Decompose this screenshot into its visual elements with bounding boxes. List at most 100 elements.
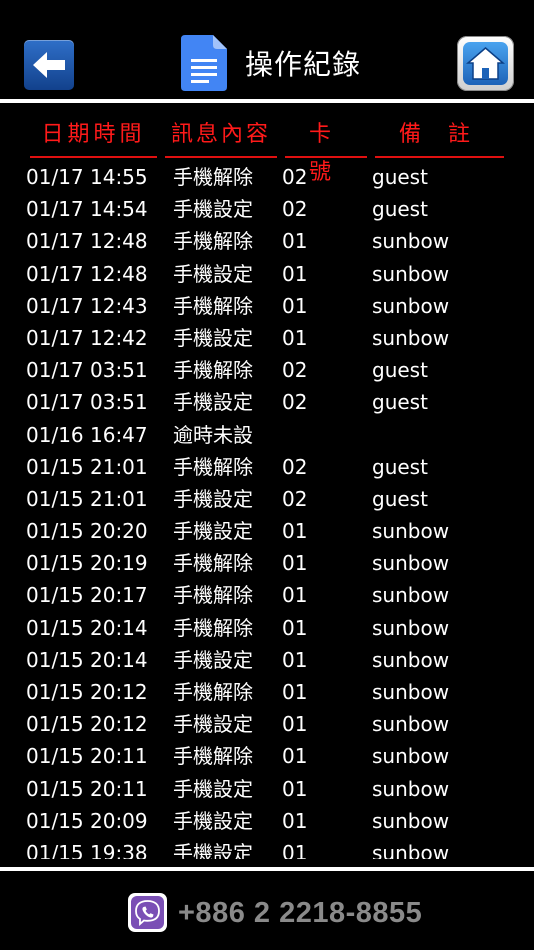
back-arrow-icon xyxy=(33,52,65,78)
log-message: 手機解除 xyxy=(173,229,253,254)
log-message: 手機設定 xyxy=(173,712,253,737)
column-header-date: 日期時間 xyxy=(30,116,157,158)
log-message: 手機解除 xyxy=(173,358,253,383)
log-card: 01 xyxy=(282,776,308,801)
log-card: 01 xyxy=(282,712,308,737)
log-row: 01/17 14:54 手機設定 02 guest xyxy=(0,193,534,225)
log-row: 01/17 12:43 手機解除 01 sunbow xyxy=(0,290,534,322)
viber-button[interactable] xyxy=(128,893,167,932)
log-message: 手機設定 xyxy=(173,519,253,544)
phone-number[interactable]: +886 2 2218-8855 xyxy=(178,893,422,933)
log-note: guest xyxy=(372,486,428,511)
log-time: 01/15 20:12 xyxy=(26,680,148,704)
log-message: 手機設定 xyxy=(173,390,253,415)
log-time: 01/15 21:01 xyxy=(26,486,148,511)
log-message: 手機設定 xyxy=(173,840,253,859)
log-message: 手機設定 xyxy=(173,486,253,511)
log-note: sunbow xyxy=(372,647,450,672)
log-time: 01/15 20:11 xyxy=(26,744,148,769)
column-header-message: 訊息內容 xyxy=(165,116,277,158)
log-row: 01/17 14:55 手機解除 02 guest xyxy=(0,161,534,193)
log-message: 手機解除 xyxy=(173,615,253,640)
log-message: 手機設定 xyxy=(173,197,253,222)
log-row: 01/15 21:01 手機設定 02 guest xyxy=(0,483,534,515)
log-time: 01/15 20:11 xyxy=(26,776,148,801)
log-card: 02 xyxy=(282,358,308,383)
log-row: 01/15 20:11 手機設定 01 sunbow xyxy=(0,773,534,805)
log-time: 01/17 14:54 xyxy=(26,197,148,222)
log-card: 01 xyxy=(282,615,308,640)
log-message: 手機解除 xyxy=(173,744,253,769)
log-message: 手機設定 xyxy=(173,261,253,286)
log-note: guest xyxy=(372,165,428,189)
log-note: sunbow xyxy=(372,808,450,833)
home-icon xyxy=(465,47,506,80)
log-message: 手機解除 xyxy=(173,583,253,608)
log-card: 01 xyxy=(282,325,308,350)
back-button[interactable] xyxy=(24,40,74,90)
log-row: 01/15 20:20 手機設定 01 sunbow xyxy=(0,515,534,547)
log-row: 01/17 03:51 手機解除 02 guest xyxy=(0,354,534,386)
log-row: 01/17 03:51 手機設定 02 guest xyxy=(0,386,534,418)
log-row: 01/17 12:48 手機設定 01 sunbow xyxy=(0,258,534,290)
log-time: 01/17 03:51 xyxy=(26,390,148,415)
log-time: 01/17 03:51 xyxy=(26,358,148,383)
log-card: 02 xyxy=(282,165,308,189)
document-icon xyxy=(181,35,227,91)
log-time: 01/15 20:09 xyxy=(26,808,148,833)
log-card: 01 xyxy=(282,808,308,833)
log-list[interactable]: 01/17 14:55 手機解除 02 guest 01/17 14:54 手機設定 02 g… xyxy=(0,161,534,859)
log-message: 手機解除 xyxy=(173,680,253,704)
viber-button-face xyxy=(131,896,164,929)
log-note: guest xyxy=(372,454,428,479)
log-note: sunbow xyxy=(372,229,450,254)
operation-log-screen: 操作紀錄 日期時間 訊息內容 卡 號 備 註 01/17 14:55 手機解除 02… xyxy=(0,0,534,950)
log-note: sunbow xyxy=(372,519,450,544)
log-note: sunbow xyxy=(372,712,450,737)
log-time: 01/17 12:48 xyxy=(26,229,148,254)
log-time: 01/15 20:17 xyxy=(26,583,148,608)
log-row: 01/15 20:17 手機解除 01 sunbow xyxy=(0,579,534,611)
log-note: sunbow xyxy=(372,325,450,350)
log-note: sunbow xyxy=(372,261,450,286)
log-time: 01/15 20:14 xyxy=(26,615,148,640)
log-note: guest xyxy=(372,390,428,415)
column-header-card: 卡 號 xyxy=(285,116,367,185)
log-card: 01 xyxy=(282,261,308,286)
header-divider xyxy=(0,99,534,103)
log-note: sunbow xyxy=(372,776,450,801)
log-card: 01 xyxy=(282,551,308,576)
log-row: 01/17 12:42 手機設定 01 sunbow xyxy=(0,322,534,354)
log-message: 手機設定 xyxy=(173,647,253,672)
log-note: sunbow xyxy=(372,840,450,859)
log-card: 01 xyxy=(282,744,308,769)
column-header-note: 備 註 xyxy=(375,116,504,158)
home-button[interactable] xyxy=(457,36,514,91)
log-message: 逾時未設 xyxy=(173,422,253,447)
log-message: 手機解除 xyxy=(173,165,253,189)
log-message: 手機解除 xyxy=(173,551,253,576)
log-row: 01/15 20:09 手機設定 01 sunbow xyxy=(0,805,534,837)
log-note: sunbow xyxy=(372,551,450,576)
page-title: 操作紀錄 xyxy=(245,48,362,81)
log-row: 01/15 20:19 手機解除 01 sunbow xyxy=(0,547,534,579)
log-card: 01 xyxy=(282,680,308,704)
log-card: 01 xyxy=(282,583,308,608)
log-row: 01/15 21:01 手機解除 02 guest xyxy=(0,451,534,483)
log-time: 01/15 20:20 xyxy=(26,519,148,544)
log-time: 01/17 12:43 xyxy=(26,293,148,318)
log-row: 01/15 20:11 手機解除 01 sunbow xyxy=(0,740,534,772)
log-time: 01/17 12:48 xyxy=(26,261,148,286)
log-time: 01/15 20:19 xyxy=(26,551,148,576)
home-button-face xyxy=(463,42,508,85)
log-time: 01/16 16:47 xyxy=(26,422,148,447)
log-message: 手機設定 xyxy=(173,808,253,833)
log-card: 01 xyxy=(282,647,308,672)
log-message: 手機解除 xyxy=(173,454,253,479)
footer-divider xyxy=(0,867,534,871)
log-row: 01/15 19:38 手機設定 01 sunbow xyxy=(0,837,534,859)
log-card: 02 xyxy=(282,390,308,415)
log-time: 01/15 20:12 xyxy=(26,712,148,737)
log-message: 手機設定 xyxy=(173,776,253,801)
header-bar: 操作紀錄 xyxy=(0,0,534,100)
